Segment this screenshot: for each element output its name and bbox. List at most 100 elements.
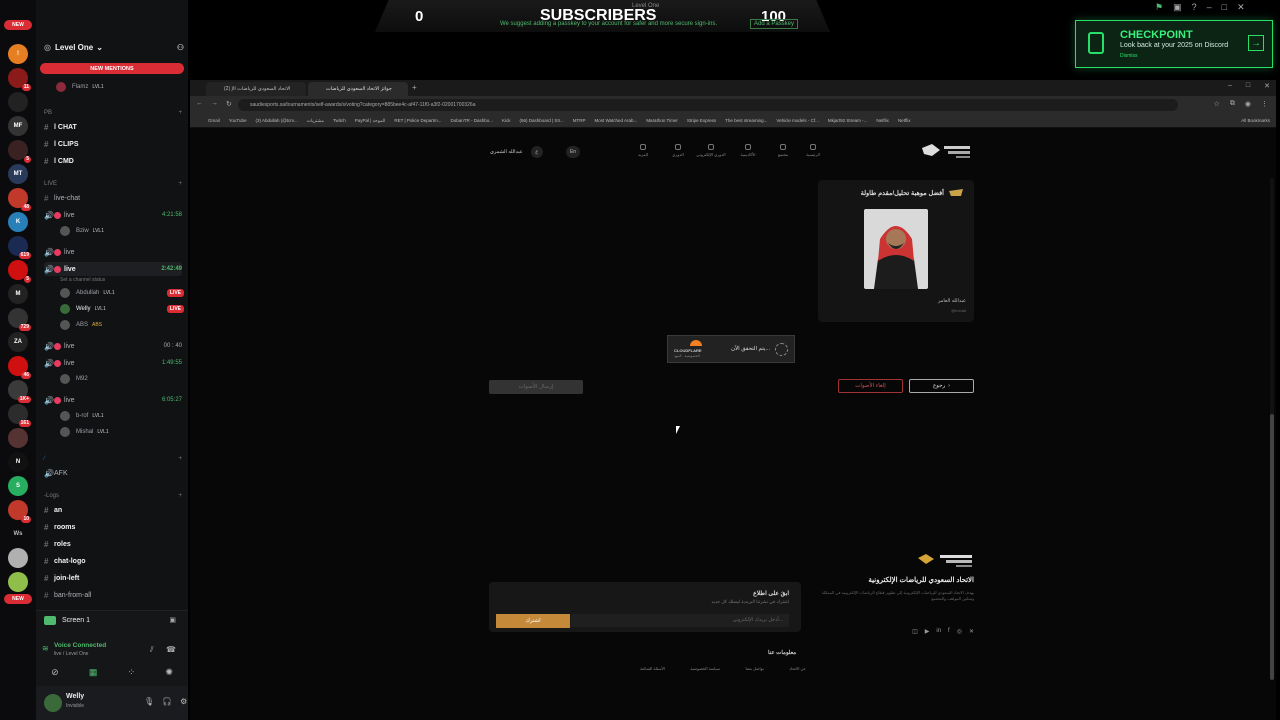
profile-icon[interactable]: ◉: [1245, 100, 1251, 108]
voice-channel-live[interactable]: 🔊 live 1:49:55: [44, 356, 182, 370]
cloudflare-privacy[interactable]: الخصوصية - البنود: [674, 354, 700, 358]
bookmark[interactable]: مشتريات: [307, 118, 324, 124]
browser-tab-active[interactable]: جوائز الاتحاد السعودي للرياضات: [308, 82, 408, 96]
bookmark[interactable]: Mkjart92 Stream -...: [828, 118, 868, 123]
server-icon[interactable]: 46: [8, 356, 31, 379]
bookmark[interactable]: Twitch: [333, 118, 346, 123]
list-item[interactable]: Flamz LVL1: [56, 81, 180, 93]
screen-share-row[interactable]: Screen 1: [44, 616, 90, 625]
bookmark[interactable]: DobanTR - Dashbo...: [450, 118, 493, 123]
add-passkey-button[interactable]: Add a Passkey: [750, 19, 799, 29]
bookmark[interactable]: Stripe Express: [687, 118, 716, 123]
voice-member[interactable]: Bziw LVL1: [60, 225, 184, 237]
channel-rooms[interactable]: # rooms: [44, 520, 182, 534]
add-channel-icon[interactable]: +: [178, 181, 182, 187]
footer-link[interactable]: الأسئلة الشائعة: [640, 666, 665, 671]
server-icon[interactable]: [8, 92, 28, 112]
voice-channel-live[interactable]: 🔊 live 4:21:58: [44, 208, 182, 222]
minimize-icon[interactable]: –: [1207, 2, 1212, 13]
bookmark[interactable]: Most Watched Arab...: [594, 118, 637, 123]
bookmark[interactable]: PayPal | الموحد: [355, 118, 386, 124]
footer-link[interactable]: سياسة الخصوصية: [690, 666, 720, 671]
camera-off-icon[interactable]: ⊘: [51, 667, 59, 678]
channel-join-left[interactable]: # join-left: [44, 571, 182, 585]
voice-channel-live[interactable]: 🔊 live 00 : 40: [44, 339, 182, 353]
nav-item[interactable]: الأكاديمية: [733, 144, 763, 157]
nav-item[interactable]: الرئيسية: [798, 144, 828, 157]
bookmark[interactable]: Kick: [502, 118, 511, 123]
cancel-votes-button[interactable]: إلغاء الأصوات: [838, 379, 903, 393]
site-logo[interactable]: [920, 142, 972, 162]
add-channel-icon[interactable]: +: [178, 110, 182, 116]
server-icon[interactable]: K: [8, 212, 28, 232]
back-button[interactable]: رجوع ›: [909, 379, 974, 393]
voice-member[interactable]: ABS ABS: [60, 319, 184, 331]
new-tab-icon[interactable]: +: [412, 83, 417, 92]
arrow-right-icon[interactable]: →: [1248, 35, 1264, 51]
star-icon[interactable]: ☆: [1214, 100, 1220, 108]
voice-status[interactable]: Voice Connected: [54, 642, 106, 649]
channel-an[interactable]: # an: [44, 503, 182, 517]
server-icon[interactable]: 1K+: [8, 380, 31, 403]
youtube-icon[interactable]: ▶: [925, 628, 930, 635]
server-icon[interactable]: M: [8, 284, 28, 304]
voice-channel-live[interactable]: 🔊 live 6:05:27: [44, 393, 182, 407]
server-icon[interactable]: 729: [8, 308, 31, 331]
submit-votes-button[interactable]: إرسال الأصوات: [489, 380, 583, 394]
nav-item[interactable]: المزيد: [628, 144, 658, 157]
voice-channel-live[interactable]: 🔊 live: [44, 245, 182, 259]
twitch-icon[interactable]: ◫: [912, 628, 918, 635]
nominee-card[interactable]: أفضل موهبة تحليل/مقدم طاولة عبدالله العا…: [818, 180, 974, 322]
facebook-icon[interactable]: f: [948, 628, 950, 635]
scrollbar[interactable]: [1270, 178, 1274, 680]
server-icon[interactable]: [8, 548, 28, 568]
headphones-icon[interactable]: 🎧: [162, 697, 172, 706]
server-icon[interactable]: 48: [8, 188, 31, 211]
channel-clips[interactable]: # l CLIPS: [44, 137, 182, 151]
back-icon[interactable]: ←: [196, 100, 203, 108]
bookmark[interactable]: Netflix: [876, 118, 889, 123]
gear-icon[interactable]: ⚙: [180, 697, 187, 706]
cloudflare-challenge[interactable]: CLOUDFLARE الخصوصية - البنود يتم التحقق …: [667, 335, 795, 363]
activities-icon[interactable]: ⁘: [128, 667, 136, 678]
server-icon[interactable]: [8, 572, 28, 592]
maximize-icon[interactable]: □: [1222, 2, 1227, 13]
server-icon[interactable]: MF: [8, 116, 28, 136]
user-name[interactable]: عبدالله الشمري: [490, 149, 523, 155]
server-icon[interactable]: !: [8, 44, 28, 64]
channel-roles[interactable]: # roles: [44, 537, 182, 551]
x-icon[interactable]: ✕: [969, 628, 974, 635]
all-bookmarks[interactable]: All Bookmarks: [1241, 118, 1270, 123]
bookmark[interactable]: Netflix: [898, 118, 911, 123]
channel-live-chat[interactable]: # live-chat: [44, 191, 182, 205]
voice-member[interactable]: Welly LVL1 LIVE: [60, 303, 184, 315]
bookmark[interactable]: The best streaming...: [725, 118, 767, 123]
voice-member[interactable]: M92: [60, 373, 184, 385]
voice-member[interactable]: Abdullah LVL1 LIVE: [60, 287, 184, 299]
server-icon[interactable]: [8, 428, 28, 448]
close-icon[interactable]: ✕: [1264, 82, 1270, 90]
bookmark[interactable]: (56) Dashboard | Str...: [520, 118, 564, 123]
voice-channel-afk[interactable]: 🔊 AFK: [44, 466, 182, 480]
category-live[interactable]: LIVE +: [44, 177, 182, 191]
category-pb[interactable]: PB +: [44, 106, 182, 120]
help-icon[interactable]: ?: [1192, 2, 1197, 13]
language-toggle[interactable]: En: [566, 146, 580, 158]
footer-link[interactable]: تواصل معنا: [746, 666, 764, 671]
footer-link[interactable]: عن الاتحاد: [789, 666, 806, 671]
new-mentions-pill[interactable]: NEW MENTIONS: [40, 63, 184, 74]
bookmark[interactable]: YouTube: [229, 118, 247, 123]
inbox-icon[interactable]: ▣: [1173, 2, 1182, 13]
new-servers-badge[interactable]: NEW: [4, 594, 32, 604]
bookmark[interactable]: Marathon Timer: [646, 118, 678, 123]
voice-member[interactable]: Mishal LVL1: [60, 426, 184, 438]
channel-ban-from-all[interactable]: # ban-from-all: [44, 588, 182, 602]
nav-item[interactable]: مجتمع: [768, 144, 798, 157]
server-icon[interactable]: N: [8, 452, 28, 472]
server-icon[interactable]: S: [8, 476, 28, 496]
bookmark[interactable]: MTRP: [573, 118, 586, 123]
add-channel-icon[interactable]: +: [178, 456, 182, 462]
instagram-icon[interactable]: ◎: [957, 628, 962, 635]
address-bar[interactable]: saudiesports.sa/tournaments/self-awards/…: [238, 99, 1178, 111]
server-icon[interactable]: 161: [8, 404, 31, 427]
